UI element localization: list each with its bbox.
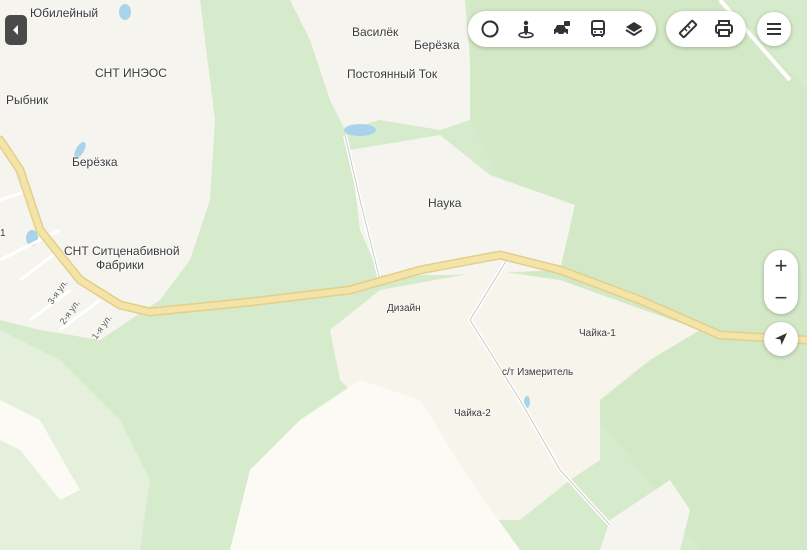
panorama-person-icon xyxy=(518,20,534,39)
ruler-icon xyxy=(678,19,698,39)
pond-north xyxy=(344,124,376,136)
car-sharing-icon xyxy=(554,21,570,36)
geolocation-button[interactable] xyxy=(764,322,798,356)
tools-toolbar xyxy=(666,11,746,47)
place-label-snt-sitcenabivnoy: СНТ Ситценабивной xyxy=(64,244,180,258)
menu-button[interactable] xyxy=(757,12,791,46)
place-label-beryozka-north: Берёзка xyxy=(414,38,460,52)
zoom-control: + − xyxy=(764,250,798,314)
place-label-beryozka-west: Берёзка xyxy=(72,155,118,169)
place-label-chayka-1: Чайка-1 xyxy=(579,328,616,339)
transit-button[interactable] xyxy=(580,11,616,47)
place-label-vasilyok: Василёк xyxy=(352,25,399,39)
place-label-edge: 1 xyxy=(0,228,6,239)
traffic-circle-icon xyxy=(481,20,499,38)
location-arrow-icon xyxy=(775,333,787,345)
layers-toolbar xyxy=(468,11,656,47)
place-label-chayka-2: Чайка-2 xyxy=(454,408,491,419)
traffic-button[interactable] xyxy=(472,11,508,47)
place-label-st-izmeritel: с/т Измеритель xyxy=(502,367,574,378)
place-label-postoyanny-tok: Постоянный Ток xyxy=(347,67,438,81)
map-canvas[interactable] xyxy=(0,0,807,550)
place-label-yubileyny: Юбилейный xyxy=(30,6,99,20)
zoom-out-button[interactable]: − xyxy=(764,282,798,314)
collapse-left-icon xyxy=(13,25,18,35)
menu-icon xyxy=(767,23,781,35)
place-label-rybnik: Рыбник xyxy=(6,93,49,107)
bus-icon xyxy=(591,20,605,37)
carsharing-button[interactable] xyxy=(544,11,580,47)
place-label-nauka: Наука xyxy=(428,196,462,210)
print-button[interactable] xyxy=(706,11,742,47)
place-label-dizain: Дизайн xyxy=(387,303,421,314)
map-layers-button[interactable] xyxy=(616,11,652,47)
print-icon xyxy=(715,20,733,37)
place-label-snt-inzos: СНТ ИНЭОС xyxy=(95,66,167,80)
pond-nw xyxy=(119,4,131,20)
layers-icon xyxy=(625,22,643,37)
panorama-button[interactable] xyxy=(508,11,544,47)
ruler-button[interactable] xyxy=(670,11,706,47)
zoom-in-button[interactable]: + xyxy=(764,250,798,282)
collapse-sidebar-button[interactable] xyxy=(5,15,27,45)
place-label-fabriki: Фабрики xyxy=(96,258,144,272)
